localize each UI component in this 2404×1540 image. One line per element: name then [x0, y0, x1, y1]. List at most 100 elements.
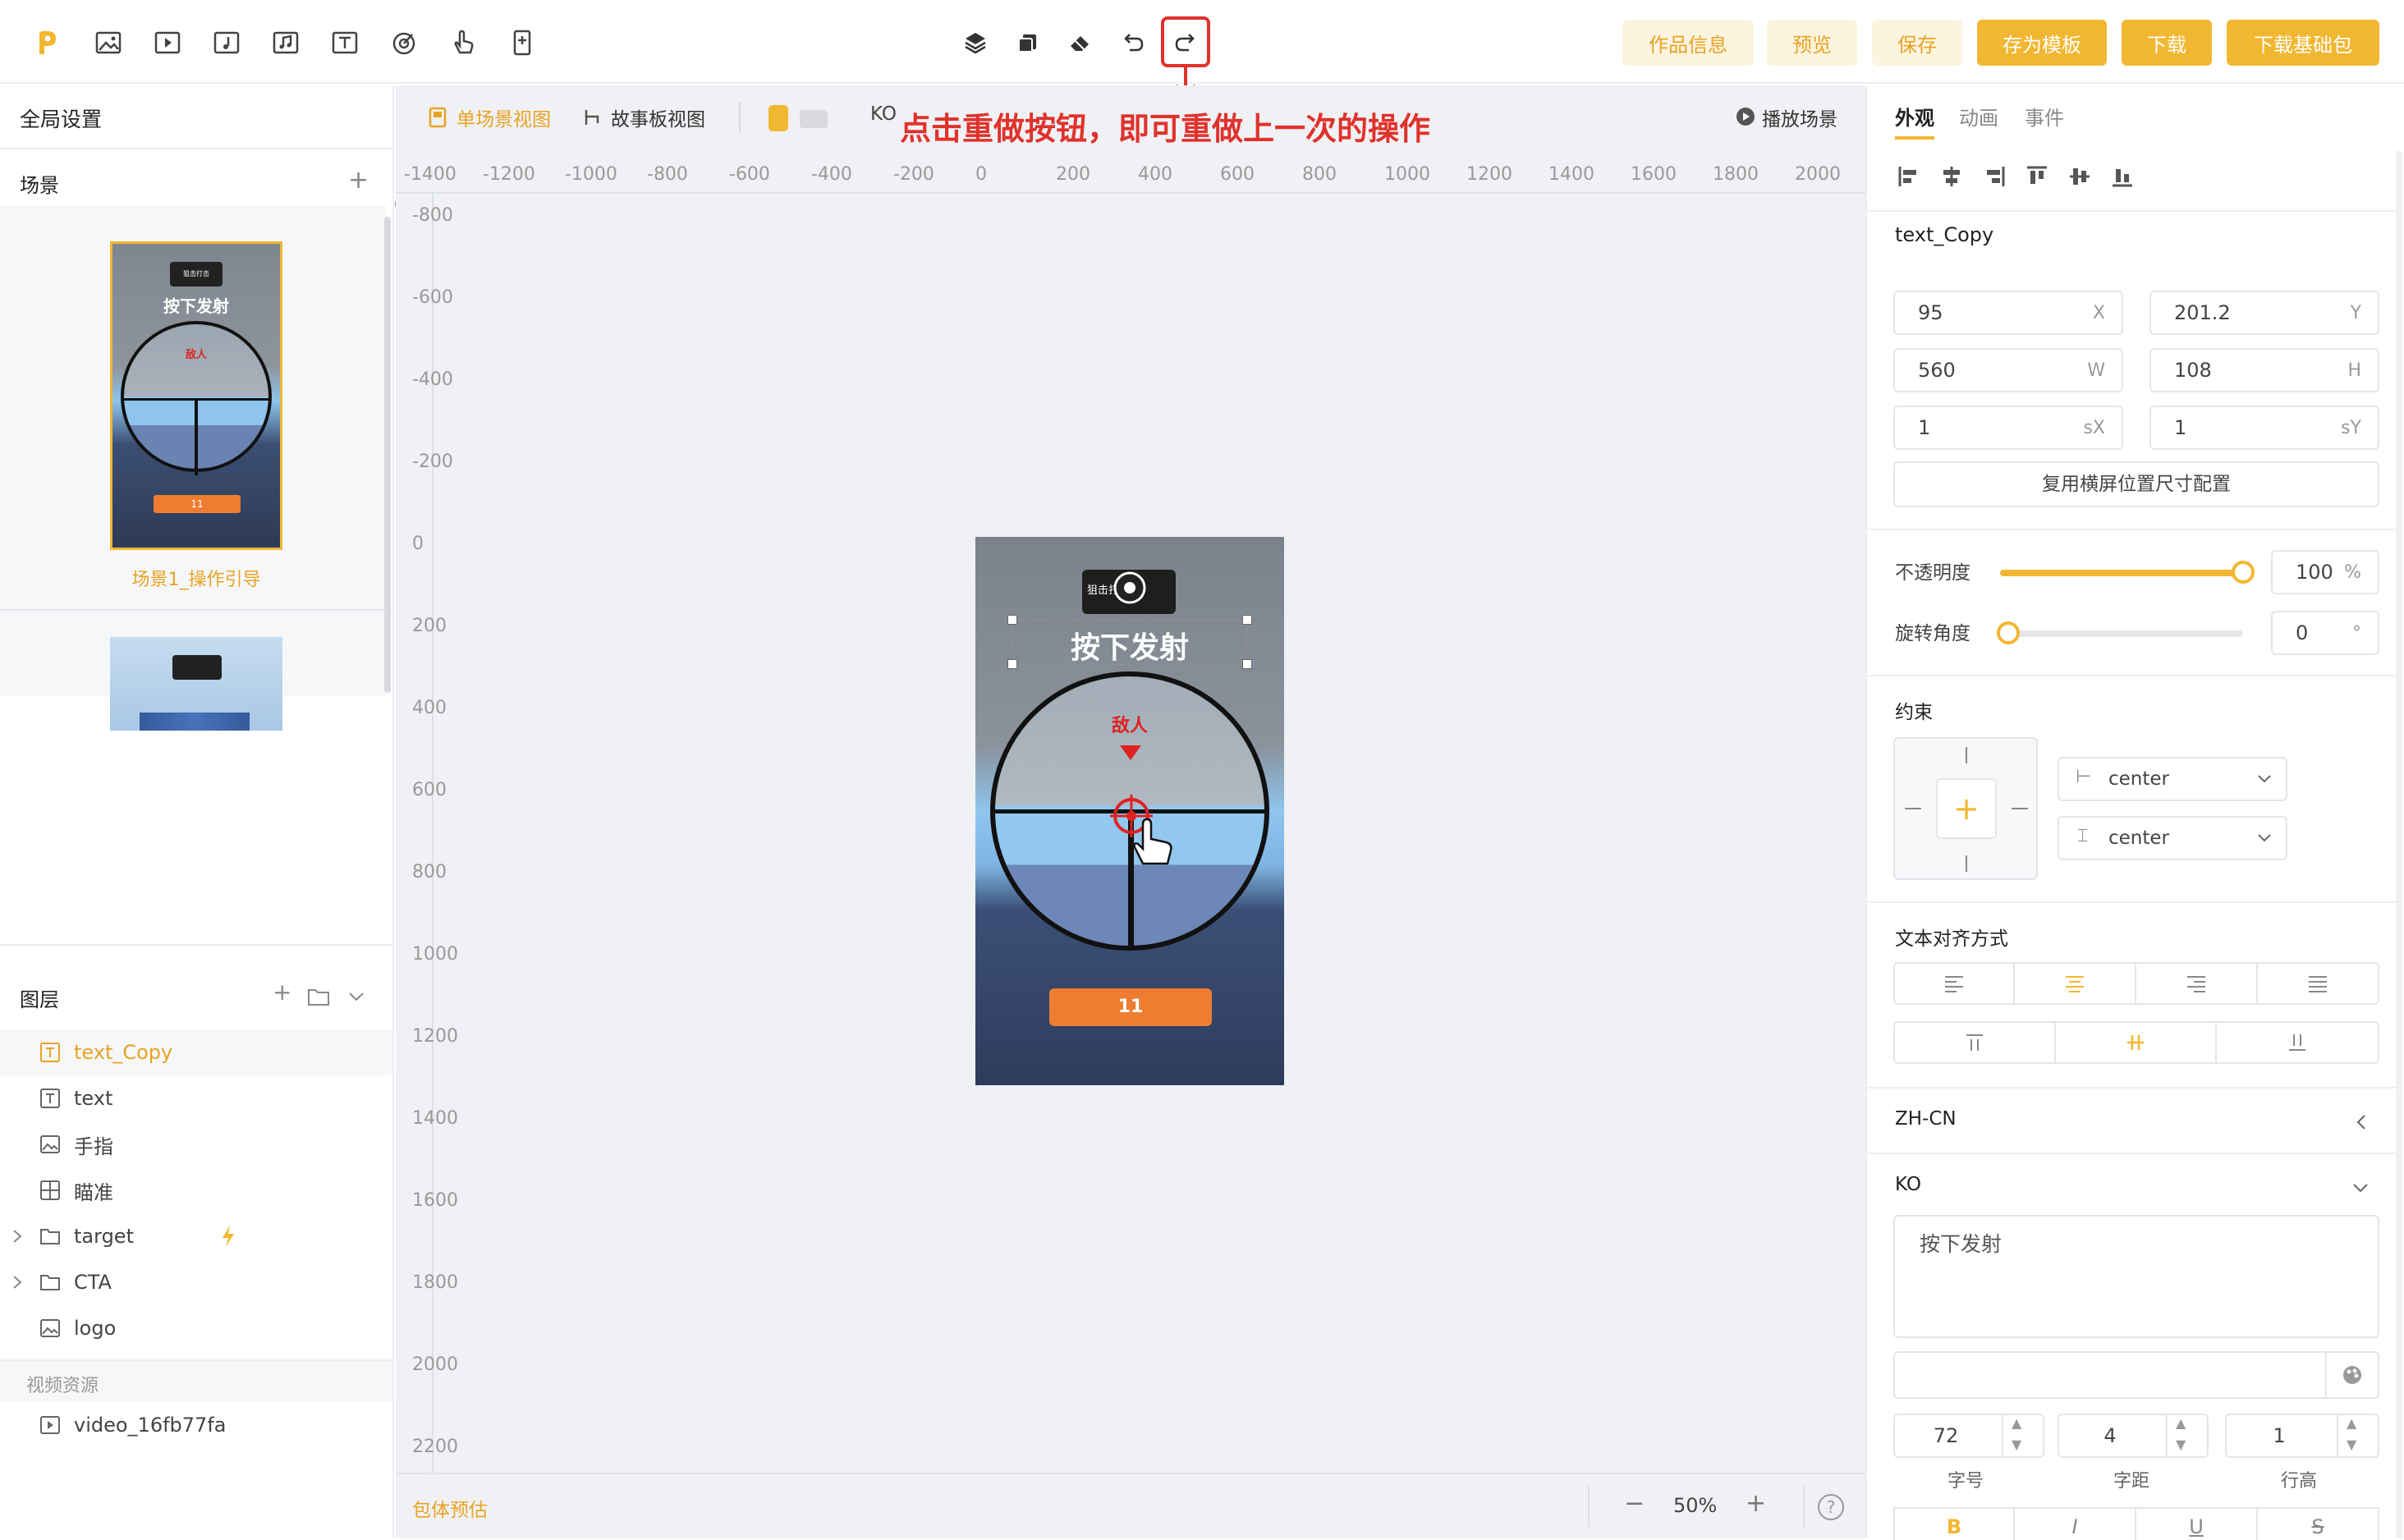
text-icon[interactable] [327, 25, 363, 61]
folder-icon[interactable] [307, 987, 330, 1006]
valign-middle-button[interactable] [2054, 1021, 2217, 1064]
constraint-top[interactable] [1966, 747, 1967, 763]
chevron-right-icon[interactable] [11, 1228, 23, 1244]
selection-box[interactable]: 按下发射 [1007, 615, 1252, 669]
text-align-justify-button[interactable] [2256, 962, 2379, 1005]
layer-item-text[interactable]: text [0, 1075, 392, 1121]
constraint-h-select[interactable]: ⊢ center [2058, 757, 2287, 801]
zoom-in-button[interactable]: + [1746, 1489, 1766, 1518]
scene1-thumbnail[interactable]: 狙击打击 按下发射 敌人 11 [110, 241, 282, 550]
download-base-button[interactable]: 下载基础包 [2227, 20, 2379, 66]
preview-button[interactable]: 预览 [1767, 20, 1857, 66]
text-align-right-button[interactable] [2135, 962, 2258, 1005]
layer-item-cta[interactable]: CTA [0, 1259, 392, 1305]
layer-item-aim[interactable]: 瞄准 [0, 1167, 392, 1213]
landscape-toggle[interactable] [800, 110, 828, 128]
x-input[interactable]: 95 X [1893, 291, 2123, 335]
sy-input[interactable]: 1 sY [2149, 406, 2379, 450]
strike-button[interactable]: S [2256, 1507, 2379, 1540]
language-selector[interactable]: KO [870, 103, 897, 125]
save-button[interactable]: 保存 [1872, 20, 1962, 66]
tab-appearance[interactable]: 外观 [1895, 102, 1934, 131]
text-align-center-button[interactable] [2013, 962, 2136, 1005]
chevron-right-icon[interactable] [11, 1274, 23, 1290]
sx-input[interactable]: 1 sX [1893, 406, 2123, 450]
align-right-icon[interactable] [1982, 164, 2007, 189]
save-template-button[interactable]: 存为模板 [1977, 20, 2107, 66]
align-hcenter-icon[interactable] [1939, 164, 1964, 189]
video-item[interactable]: video_16fb77fa [0, 1402, 392, 1448]
add-scene-icon[interactable]: + [348, 166, 369, 195]
hand-icon[interactable] [445, 25, 481, 61]
image-icon[interactable] [90, 25, 126, 61]
reuse-landscape-button[interactable]: 复用横屏位置尺寸配置 [1893, 461, 2379, 507]
audio-icon[interactable] [209, 25, 245, 61]
constraint-bottom[interactable] [1966, 855, 1967, 872]
layer-item-finger[interactable]: 手指 [0, 1121, 392, 1167]
rotation-input[interactable]: 0 ° [2271, 611, 2379, 655]
scene-scrollbar[interactable] [384, 217, 391, 693]
opacity-slider-handle[interactable] [2232, 561, 2255, 584]
font-size-input[interactable]: 72 ▲ ▼ [1893, 1414, 2044, 1458]
tab-events[interactable]: 事件 [2025, 102, 2064, 131]
phone-icon[interactable] [504, 25, 540, 61]
underline-button[interactable]: U [2135, 1507, 2258, 1540]
eraser-icon[interactable] [1062, 25, 1099, 61]
constraint-box[interactable]: + [1893, 737, 2038, 880]
layer-item-target[interactable]: target [0, 1213, 392, 1259]
copy-icon[interactable] [1010, 25, 1046, 61]
chevron-down-icon[interactable] [2351, 1182, 2370, 1195]
layer-item-logo[interactable]: logo [0, 1305, 392, 1351]
palette-icon[interactable] [2342, 1364, 2363, 1386]
constraint-v-select[interactable]: ⌶ center [2058, 816, 2287, 860]
play-scene-button[interactable]: 播放场景 [1762, 103, 1837, 131]
portrait-toggle[interactable] [768, 105, 788, 131]
opacity-slider[interactable] [2000, 561, 2255, 584]
chevron-left-icon[interactable] [2355, 1113, 2368, 1131]
valign-bottom-button[interactable] [2215, 1021, 2379, 1064]
line-height-input[interactable]: 1 ▲ ▼ [2225, 1414, 2379, 1458]
color-input[interactable] [1893, 1351, 2379, 1399]
scene2-thumbnail[interactable] [110, 637, 282, 731]
ko-section[interactable]: KO [1895, 1174, 1921, 1195]
align-top-icon[interactable] [2025, 164, 2049, 189]
italic-button[interactable]: I [2013, 1507, 2136, 1540]
zoom-out-button[interactable]: − [1624, 1489, 1645, 1518]
target-icon[interactable] [386, 25, 422, 61]
scene1-label[interactable]: 场景1_操作引导 [0, 565, 392, 591]
add-layer-icon[interactable]: + [273, 979, 291, 1006]
valign-top-button[interactable] [1893, 1021, 2056, 1064]
package-estimate[interactable]: 包体预估 [412, 1494, 488, 1522]
storyboard-view-tab[interactable]: 故事板视图 [611, 103, 705, 131]
zh-cn-section[interactable]: ZH-CN [1895, 1108, 1957, 1130]
w-input[interactable]: 560 W [1893, 348, 2123, 392]
constraint-left[interactable] [1905, 808, 1921, 809]
align-left-icon[interactable] [1897, 164, 1921, 189]
right-scrollbar[interactable] [2396, 151, 2402, 1538]
video-icon[interactable] [149, 25, 186, 61]
constraint-right[interactable] [2012, 808, 2028, 809]
constraint-center-icon[interactable]: + [1936, 778, 1997, 839]
align-bottom-icon[interactable] [2110, 164, 2135, 189]
text-content-textarea[interactable]: 按下发射 [1893, 1215, 2379, 1338]
layer-item-text-copy[interactable]: text_Copy [0, 1029, 392, 1075]
global-settings-title[interactable]: 全局设置 [20, 103, 102, 133]
rotation-slider-handle[interactable] [1997, 621, 2020, 644]
undo-icon[interactable] [1115, 25, 1151, 61]
layers-icon[interactable] [957, 25, 993, 61]
y-input[interactable]: 201.2 Y [2149, 291, 2379, 335]
h-input[interactable]: 108 H [2149, 348, 2379, 392]
text-align-left-button[interactable] [1893, 962, 2015, 1005]
letter-spacing-input[interactable]: 4 ▲ ▼ [2058, 1414, 2209, 1458]
work-info-button[interactable]: 作品信息 [1622, 20, 1754, 66]
tab-animation[interactable]: 动画 [1959, 102, 1998, 131]
music-icon[interactable] [268, 25, 304, 61]
rotation-slider[interactable] [1997, 621, 2243, 644]
align-vcenter-icon[interactable] [2067, 164, 2092, 189]
single-scene-view-tab[interactable]: 单场景视图 [456, 103, 551, 131]
help-icon[interactable]: ? [1818, 1494, 1844, 1520]
chevron-down-icon[interactable] [346, 990, 366, 1003]
bold-button[interactable]: B [1893, 1507, 2015, 1540]
download-button[interactable]: 下载 [2122, 20, 2212, 66]
phone-preview[interactable]: 狙击打击 按下发射 敌人 11 [975, 537, 1284, 1085]
